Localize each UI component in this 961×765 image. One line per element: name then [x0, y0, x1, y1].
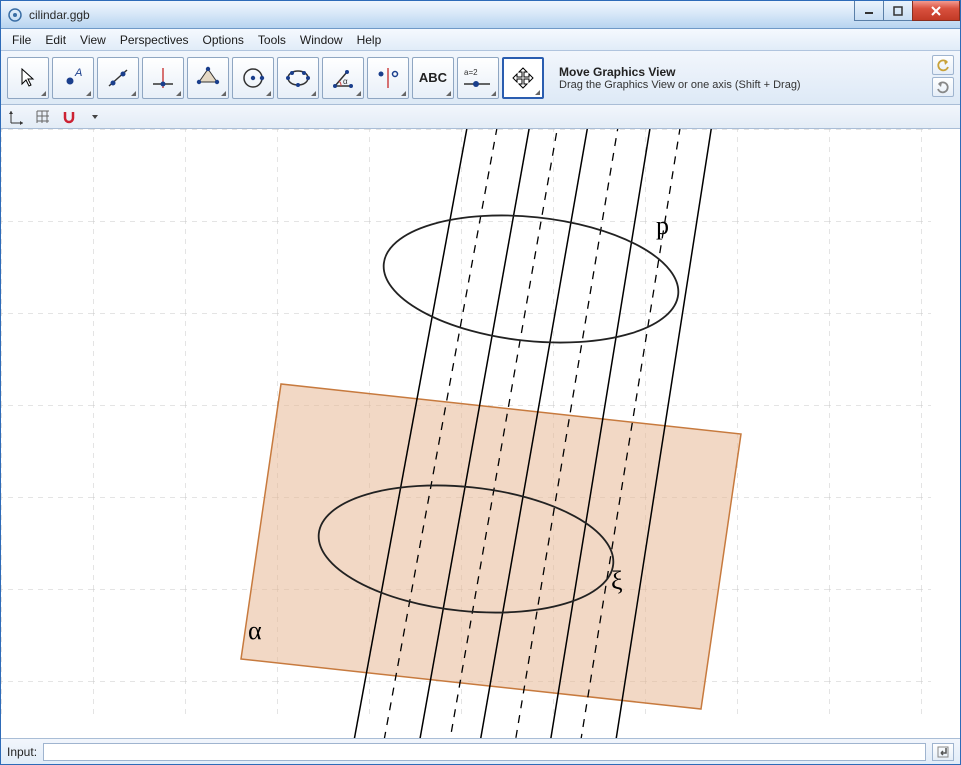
tool-help-desc: Drag the Graphics View or one axis (Shif…: [559, 79, 954, 91]
input-submit[interactable]: [932, 743, 954, 761]
axes-icon: [9, 109, 25, 125]
menu-tools[interactable]: Tools: [251, 31, 293, 49]
window-title: cilindar.ggb: [29, 8, 90, 22]
menu-help[interactable]: Help: [350, 31, 389, 49]
circle-icon: [239, 64, 267, 92]
slider-icon: a=2: [458, 64, 498, 92]
grid-toggle[interactable]: [33, 108, 53, 126]
angle-icon: α: [329, 64, 357, 92]
minimize-button[interactable]: [854, 1, 884, 21]
svg-text:α: α: [343, 77, 348, 86]
grid-icon: [35, 109, 51, 125]
redo-button[interactable]: [932, 77, 954, 97]
undo-button[interactable]: [932, 55, 954, 75]
magnet-icon: [61, 109, 77, 125]
polygon-icon: [194, 64, 222, 92]
move-view-icon: [509, 64, 537, 92]
tool-point[interactable]: A: [52, 57, 94, 99]
plane-alpha[interactable]: [241, 384, 741, 709]
svg-text:a=2: a=2: [464, 68, 478, 77]
tool-circle[interactable]: [232, 57, 274, 99]
view-toolbar: [1, 105, 960, 129]
snap-dropdown[interactable]: [85, 108, 105, 126]
snap-toggle[interactable]: [59, 108, 79, 126]
input-field[interactable]: [43, 743, 926, 761]
tool-line[interactable]: [97, 57, 139, 99]
redo-icon: [936, 80, 950, 94]
undo-icon: [936, 58, 950, 72]
tool-text[interactable]: ABC: [412, 57, 454, 99]
toolbar-right: [932, 55, 954, 97]
label-p: p: [656, 211, 669, 240]
tool-perpendicular[interactable]: [142, 57, 184, 99]
menu-edit[interactable]: Edit: [38, 31, 73, 49]
tool-angle[interactable]: α: [322, 57, 364, 99]
menu-bar: File Edit View Perspectives Options Tool…: [1, 29, 960, 51]
title-bar: cilindar.ggb: [1, 1, 960, 29]
tool-move-view[interactable]: [502, 57, 544, 99]
app-window: cilindar.ggb File Edit View Perspectives…: [0, 0, 961, 765]
tool-reflect[interactable]: [367, 57, 409, 99]
maximize-button[interactable]: [883, 1, 913, 21]
tool-polygon[interactable]: [187, 57, 229, 99]
graphics-view[interactable]: p ξ α: [1, 129, 960, 738]
tool-slider[interactable]: a=2: [457, 57, 499, 99]
menu-window[interactable]: Window: [293, 31, 350, 49]
label-xi: ξ: [611, 566, 623, 595]
enter-icon: [937, 746, 949, 758]
main-toolbar: A: [1, 51, 960, 105]
point-icon: A: [59, 64, 87, 92]
tool-move[interactable]: [7, 57, 49, 99]
tool-help: Move Graphics View Drag the Graphics Vie…: [559, 65, 954, 91]
tool-conic[interactable]: [277, 57, 319, 99]
chevron-down-icon: [91, 113, 99, 121]
menu-perspectives[interactable]: Perspectives: [113, 31, 196, 49]
menu-options[interactable]: Options: [196, 31, 251, 49]
input-label: Input:: [7, 745, 37, 759]
close-button[interactable]: [912, 1, 960, 21]
line-icon: [104, 64, 132, 92]
menu-file[interactable]: File: [5, 31, 38, 49]
menu-view[interactable]: View: [73, 31, 113, 49]
app-icon: [7, 7, 23, 23]
perpendicular-icon: [149, 64, 177, 92]
svg-text:A: A: [74, 67, 82, 79]
cursor-icon: [14, 64, 42, 92]
conic-icon: [284, 64, 312, 92]
text-icon: ABC: [419, 70, 447, 85]
reflect-icon: [374, 64, 402, 92]
tool-help-title: Move Graphics View: [559, 65, 954, 79]
axes-toggle[interactable]: [7, 108, 27, 126]
label-alpha: α: [248, 616, 262, 645]
input-bar: Input:: [1, 738, 960, 764]
window-buttons: [855, 1, 960, 21]
